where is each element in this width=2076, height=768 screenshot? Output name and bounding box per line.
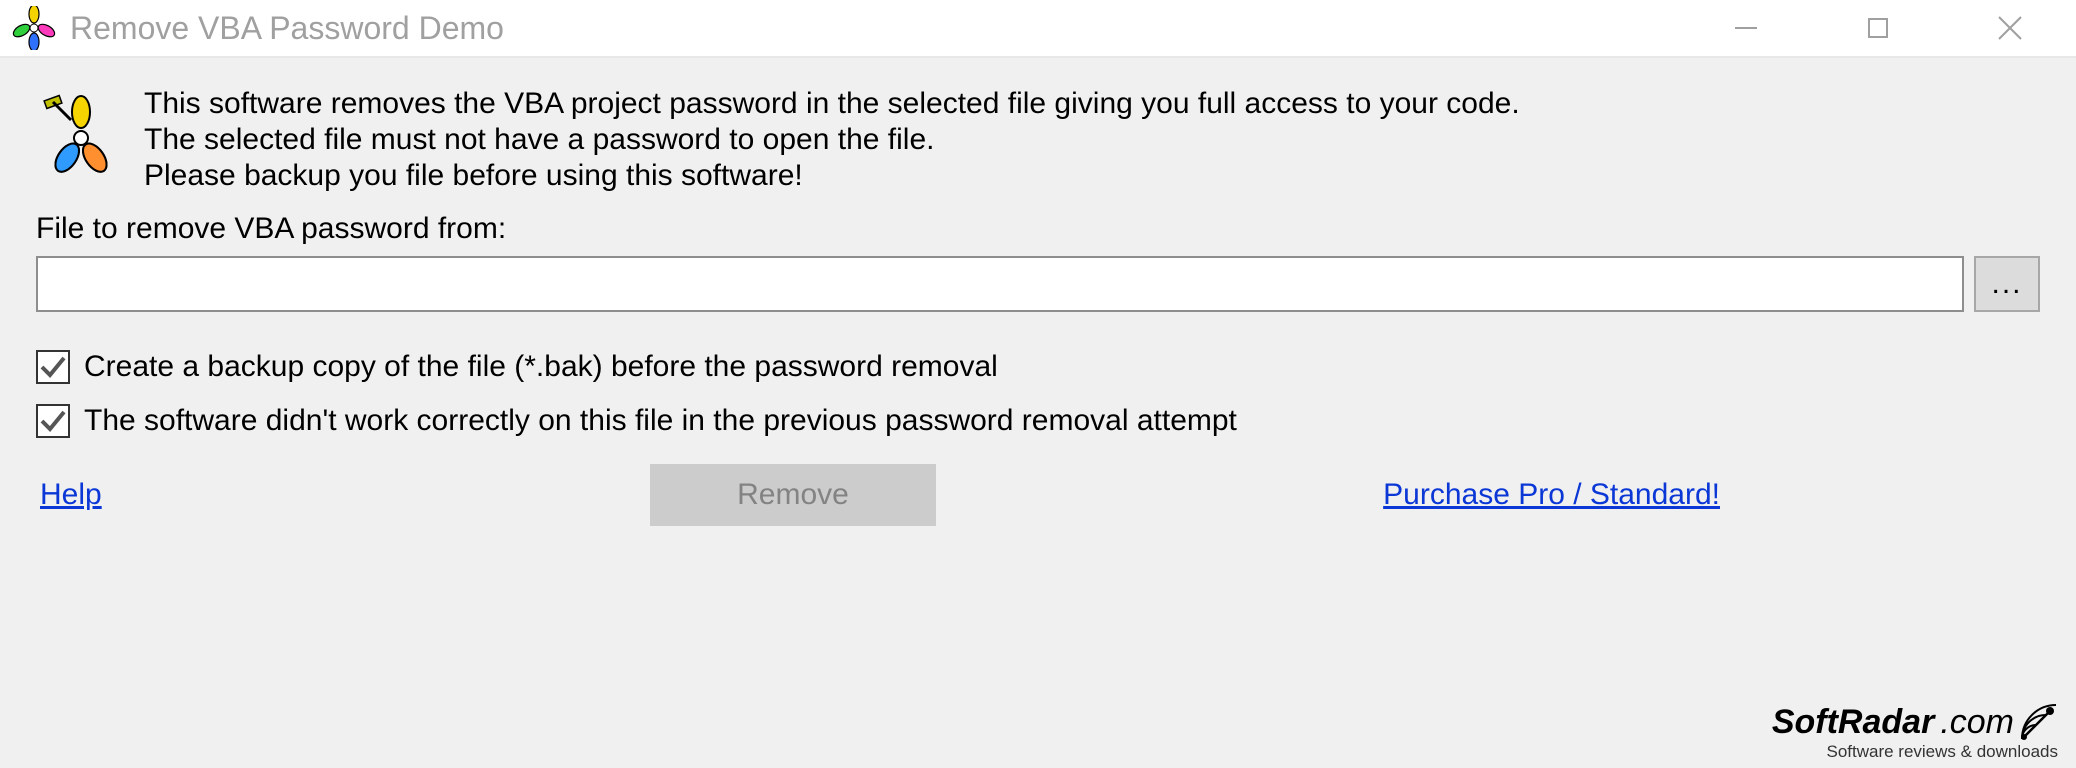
- backup-checkbox[interactable]: [36, 350, 70, 384]
- window-controls: [1680, 0, 2076, 56]
- radar-icon: [2020, 703, 2058, 741]
- titlebar: Remove VBA Password Demo: [0, 0, 2076, 58]
- purchase-link[interactable]: Purchase Pro / Standard!: [1383, 478, 1720, 512]
- retry-checkbox-label: The software didn't work correctly on th…: [84, 404, 1237, 438]
- intro-line-2: The selected file must not have a passwo…: [144, 122, 1520, 158]
- watermark-tagline: Software reviews & downloads: [1772, 743, 2058, 760]
- bottom-row: Help Remove Purchase Pro / Standard!: [36, 478, 2040, 512]
- intro-section: This software removes the VBA project pa…: [36, 86, 2040, 194]
- intro-text: This software removes the VBA project pa…: [144, 86, 1520, 194]
- remove-button[interactable]: Remove: [650, 464, 936, 526]
- watermark: SoftRadar.com Software reviews & downloa…: [1772, 703, 2058, 760]
- backup-checkbox-label: Create a backup copy of the file (*.bak)…: [84, 350, 998, 384]
- watermark-brand: SoftRadar.com: [1772, 703, 2058, 741]
- intro-icon: [36, 90, 126, 180]
- intro-line-3: Please backup you file before using this…: [144, 158, 1520, 194]
- checkbox-row-retry: The software didn't work correctly on th…: [36, 404, 2040, 438]
- browse-button[interactable]: ...: [1974, 256, 2040, 312]
- checkbox-row-backup: Create a backup copy of the file (*.bak)…: [36, 350, 2040, 384]
- file-path-input[interactable]: [36, 256, 1964, 312]
- minimize-button[interactable]: [1680, 0, 1812, 56]
- watermark-brand-bold: SoftRadar: [1772, 705, 1934, 739]
- file-label: File to remove VBA password from:: [36, 212, 2040, 246]
- app-icon: [12, 6, 56, 50]
- retry-checkbox[interactable]: [36, 404, 70, 438]
- close-button[interactable]: [1944, 0, 2076, 56]
- file-row: ...: [36, 256, 2040, 312]
- window-title: Remove VBA Password Demo: [70, 10, 1680, 47]
- client-area: This software removes the VBA project pa…: [0, 58, 2076, 768]
- intro-line-1: This software removes the VBA project pa…: [144, 86, 1520, 122]
- help-link[interactable]: Help: [40, 478, 102, 512]
- maximize-button[interactable]: [1812, 0, 1944, 56]
- watermark-brand-light: .com: [1940, 705, 2014, 739]
